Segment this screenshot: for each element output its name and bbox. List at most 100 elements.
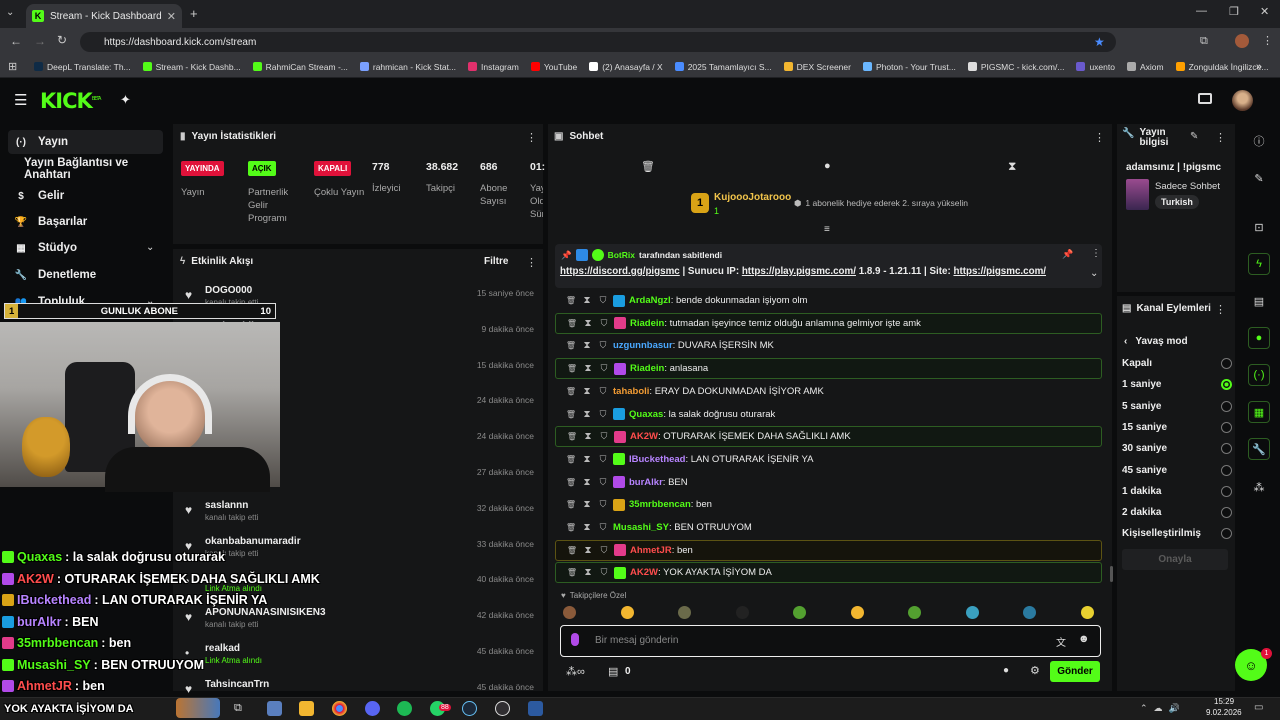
activity-user[interactable]: TahsincanTrn <box>205 679 269 690</box>
chat-message[interactable]: 🗑 ⧗ ⛉ Riadein: anlasana <box>555 358 1102 380</box>
broadcast-icon[interactable]: (·) <box>1248 364 1270 386</box>
timeout-icon[interactable]: ⧗ <box>582 431 594 442</box>
radio-button[interactable] <box>1221 358 1232 369</box>
bookmark-item[interactable]: RahmiCan Stream -... <box>252 62 348 72</box>
shield-icon[interactable]: ⛉ <box>598 545 610 556</box>
extensions-icon[interactable]: ⧉ <box>1200 35 1208 48</box>
activity-item[interactable]: ♥ okanbabanumaradir kanalı takip etti 33 da… <box>180 531 540 567</box>
chrome-icon[interactable] <box>332 701 347 716</box>
radio-button[interactable] <box>1221 485 1232 497</box>
chat-username[interactable]: Riadein <box>630 318 664 329</box>
activity-menu-icon[interactable]: ⋮ <box>526 256 537 269</box>
timeout-icon[interactable]: ⧗ <box>581 454 593 465</box>
tab-search-icon[interactable]: ⌄ <box>6 7 20 21</box>
delete-message-icon[interactable]: 🗑 <box>566 568 578 577</box>
stream-info-menu-icon[interactable]: ⋮ <box>1215 131 1226 144</box>
restore-icon[interactable]: ❐ <box>1229 5 1239 18</box>
new-tab-icon[interactable]: + <box>190 6 198 21</box>
emote-icon[interactable] <box>1080 606 1094 619</box>
server-link[interactable]: https://play.pigsmc.com/ <box>742 266 856 277</box>
delete-message-icon[interactable]: 🗑 <box>565 455 577 464</box>
emote-icon[interactable] <box>1023 606 1036 619</box>
files-icon[interactable] <box>299 701 314 716</box>
cast-icon[interactable] <box>1198 93 1212 104</box>
chat-settings-bubble-icon[interactable]: ● <box>1003 665 1009 676</box>
chat-username[interactable]: uzgunnbasur <box>613 340 673 351</box>
chat-side-icon[interactable]: ● <box>1248 327 1270 349</box>
chat-mode-icon[interactable]: ● <box>824 160 831 172</box>
bookmark-item[interactable]: uxento <box>1076 62 1115 72</box>
shield-icon[interactable]: ⛉ <box>597 454 609 465</box>
slow-mode-back[interactable]: ‹ Yavaş mod <box>1124 336 1188 347</box>
bookmark-item[interactable]: DeepL Translate: Th... <box>34 62 131 72</box>
bookmark-item[interactable]: (2) Anasayfa / X <box>589 62 663 72</box>
timeout-icon[interactable]: ⧗ <box>581 409 593 420</box>
chat-message[interactable]: 🗑 ⧗ ⛉ uzgunnbasur: DUVARA İŞERSİN MK <box>555 335 1102 356</box>
slow-mode-option[interactable]: 1 saniye <box>1122 374 1232 395</box>
clock-date[interactable]: 9.02.2026 <box>1206 708 1242 717</box>
studio-chevron-icon[interactable]: ⌄ <box>146 242 154 253</box>
timeout-icon[interactable]: ⧗ <box>581 386 593 397</box>
chat-username[interactable]: Riadein <box>630 363 664 374</box>
browser-tab[interactable]: K Stream - Kick Dashboard ✕ <box>26 4 182 28</box>
sidebar-item[interactable]: (·) Yayın <box>8 130 163 154</box>
timeout-icon[interactable]: ⧗ <box>582 363 594 374</box>
sidebar-item[interactable]: 🏆 Başarılar <box>8 210 163 234</box>
chat-username[interactable]: burAlkr <box>629 477 663 488</box>
radio-button[interactable] <box>1221 421 1232 433</box>
shield-icon[interactable]: ⛉ <box>597 477 609 488</box>
activity-item[interactable]: ♥ saslannn kanalı takip etti 32 dakika önce <box>180 495 540 531</box>
sidebar-item[interactable]: 🔧 Denetleme <box>8 263 163 287</box>
shield-icon[interactable]: ⛉ <box>598 363 610 374</box>
shield-icon[interactable]: ⛉ <box>597 340 609 351</box>
delete-message-icon[interactable]: 🗑 <box>565 478 577 487</box>
pinned-menu-icon[interactable]: ⋮ <box>1091 248 1101 259</box>
delete-message-icon[interactable]: 🗑 <box>565 523 577 532</box>
timeout-icon[interactable]: ⧗ <box>581 295 593 306</box>
timeout-icon[interactable]: ⧗ <box>582 545 594 556</box>
pinned-chevron-icon[interactable]: ⌄ <box>1090 268 1098 279</box>
spotify-icon[interactable] <box>397 701 412 716</box>
timeout-icon[interactable]: ⧗ <box>581 477 593 488</box>
bookmark-item[interactable]: Stream - Kick Dashb... <box>142 62 241 72</box>
shield-icon[interactable]: ⛉ <box>598 567 610 578</box>
chat-message[interactable]: 🗑 ⧗ ⛉ 35mrbbencan: ben <box>555 494 1102 515</box>
radio-button[interactable] <box>1221 464 1232 476</box>
delete-message-icon[interactable]: 🗑 <box>566 546 578 555</box>
slow-mode-option[interactable]: 30 saniye <box>1122 438 1232 459</box>
browser-menu-icon[interactable]: ⋮ <box>1262 34 1273 47</box>
activity-user[interactable]: saslannn <box>205 500 248 511</box>
chat-message[interactable]: 🗑 ⧗ ⛉ burAlkr: BEN <box>555 472 1102 493</box>
close-window-icon[interactable]: ✕ <box>1260 5 1269 18</box>
trash-icon[interactable]: 🗑 <box>641 160 655 173</box>
tray-icons[interactable]: ⌃☁🔊 <box>1140 703 1186 714</box>
emoji-icon[interactable]: ☻ <box>1078 633 1090 645</box>
sidebar-item[interactable]: ▦ Stüdyo <box>8 236 163 260</box>
shield-icon[interactable]: ⛉ <box>597 295 609 306</box>
bookmark-item[interactable]: Zonguldak İngilizce... <box>1175 62 1268 72</box>
radio-button[interactable] <box>1221 443 1232 455</box>
chat-username[interactable]: 35mrbbencan <box>629 499 691 510</box>
radio-button[interactable] <box>1221 507 1232 519</box>
translate-icon[interactable]: 文 <box>1056 634 1066 649</box>
notification-icon[interactable]: ▭ <box>1254 702 1263 713</box>
emote-icon[interactable] <box>965 606 979 619</box>
delete-message-icon[interactable]: 🗑 <box>565 500 577 509</box>
chat-username[interactable]: Musashi_SY <box>613 522 669 533</box>
gift-box-icon[interactable]: ▤ <box>608 665 618 678</box>
emote-icon[interactable] <box>850 606 864 619</box>
delete-message-icon[interactable]: 🗑 <box>565 387 577 396</box>
chat-message[interactable]: 🗑 ⧗ ⛉ Quaxas: la salak doğrusu oturarak <box>555 404 1102 425</box>
slow-mode-option[interactable]: 5 saniye <box>1122 396 1232 417</box>
delete-message-icon[interactable]: 🗑 <box>566 364 578 373</box>
radio-button[interactable] <box>1221 400 1232 412</box>
unpin-icon[interactable]: 📌 <box>1062 249 1073 260</box>
timeout-icon[interactable]: ⧗ <box>582 318 594 329</box>
emote-icon[interactable] <box>908 606 921 619</box>
shield-icon[interactable]: ⛉ <box>597 499 609 510</box>
slow-mode-option[interactable]: Kapalı <box>1122 353 1232 374</box>
bolt-side-icon[interactable]: ϟ <box>1248 253 1270 275</box>
doc-icon[interactable]: ▤ <box>1248 290 1270 312</box>
clock-time[interactable]: 15:29 <box>1214 697 1234 706</box>
radio-button[interactable] <box>1221 528 1232 540</box>
